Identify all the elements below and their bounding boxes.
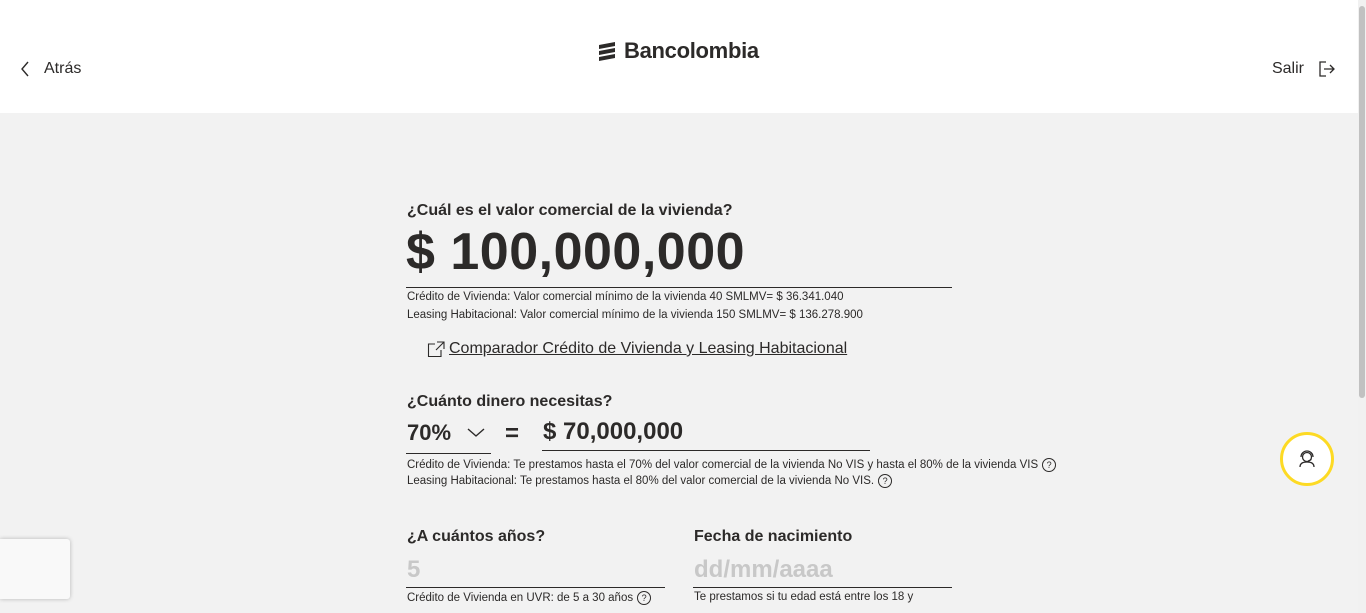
help-icon[interactable]: ? — [1042, 458, 1057, 472]
percent-underline — [406, 453, 491, 454]
bancolombia-logo: Bancolombia — [596, 38, 759, 64]
term-underline — [406, 587, 665, 588]
scrollbar[interactable] — [1358, 0, 1366, 613]
loan-note-credit-text: Crédito de Vivienda: Te prestamos hasta … — [407, 459, 1039, 471]
equals-sign: = — [505, 420, 520, 447]
birth-date-input[interactable]: dd/mm/aaaa — [694, 556, 833, 584]
comparator-link-label: Comparador Crédito de Vivienda y Leasing… — [449, 340, 848, 357]
back-button[interactable]: Atrás — [20, 60, 81, 78]
loan-amount-question: ¿Cuánto dinero necesitas? — [407, 393, 613, 410]
term-note-credit: Crédito de Vivienda en UVR: de 5 a 30 añ… — [407, 591, 652, 605]
property-value-question: ¿Cuál es el valor comercial de la vivien… — [407, 202, 733, 219]
exit-button[interactable]: Salir — [1272, 60, 1336, 78]
external-link-icon — [427, 341, 445, 358]
support-agent-icon — [1299, 450, 1315, 468]
property-value-note-credit: Crédito de Vivienda: Valor comercial mín… — [407, 291, 844, 303]
logout-icon — [1319, 61, 1335, 77]
back-label: Atrás — [44, 60, 82, 77]
term-note-credit-text: Crédito de Vivienda en UVR: de 5 a 30 añ… — [407, 592, 634, 604]
header: Atrás Bancolombia Salir — [0, 0, 1358, 113]
exit-label: Salir — [1271, 60, 1304, 77]
loan-amount-value: $ 70,000,000 — [543, 418, 684, 445]
property-value-note-leasing: Leasing Habitacional: Valor comercial mí… — [407, 309, 863, 321]
scrollbar-thumb[interactable] — [1359, 6, 1365, 398]
recaptcha-badge[interactable] — [0, 539, 70, 599]
birth-date-underline — [693, 587, 952, 588]
property-value-input[interactable]: $ 100,000,000 — [406, 222, 745, 282]
birth-date-note: Te prestamos si tu edad está entre los 1… — [694, 591, 914, 603]
loan-note-credit: Crédito de Vivienda: Te prestamos hasta … — [407, 458, 1057, 472]
help-icon[interactable]: ? — [637, 591, 652, 605]
comparator-link[interactable]: Comparador Crédito de Vivienda y Leasing… — [427, 340, 847, 358]
chevron-down-icon — [467, 428, 485, 437]
birth-date-label: Fecha de nacimiento — [694, 528, 853, 545]
property-value-underline — [406, 287, 952, 288]
percent-value: 70% — [407, 420, 452, 445]
chevron-left-icon — [21, 61, 29, 77]
help-icon[interactable]: ? — [878, 474, 893, 488]
brand-name: Bancolombia — [624, 38, 759, 63]
bancolombia-logo-icon — [599, 42, 615, 61]
loan-note-leasing-text: Leasing Habitacional: Te prestamos hasta… — [407, 475, 875, 487]
support-chat-button[interactable] — [1280, 432, 1334, 486]
term-input[interactable]: 5 — [407, 556, 420, 584]
percent-dropdown[interactable]: 70% — [407, 420, 485, 446]
loan-note-leasing: Leasing Habitacional: Te prestamos hasta… — [407, 474, 893, 488]
term-question: ¿A cuántos años? — [407, 528, 546, 545]
loan-amount-underline — [542, 450, 870, 451]
